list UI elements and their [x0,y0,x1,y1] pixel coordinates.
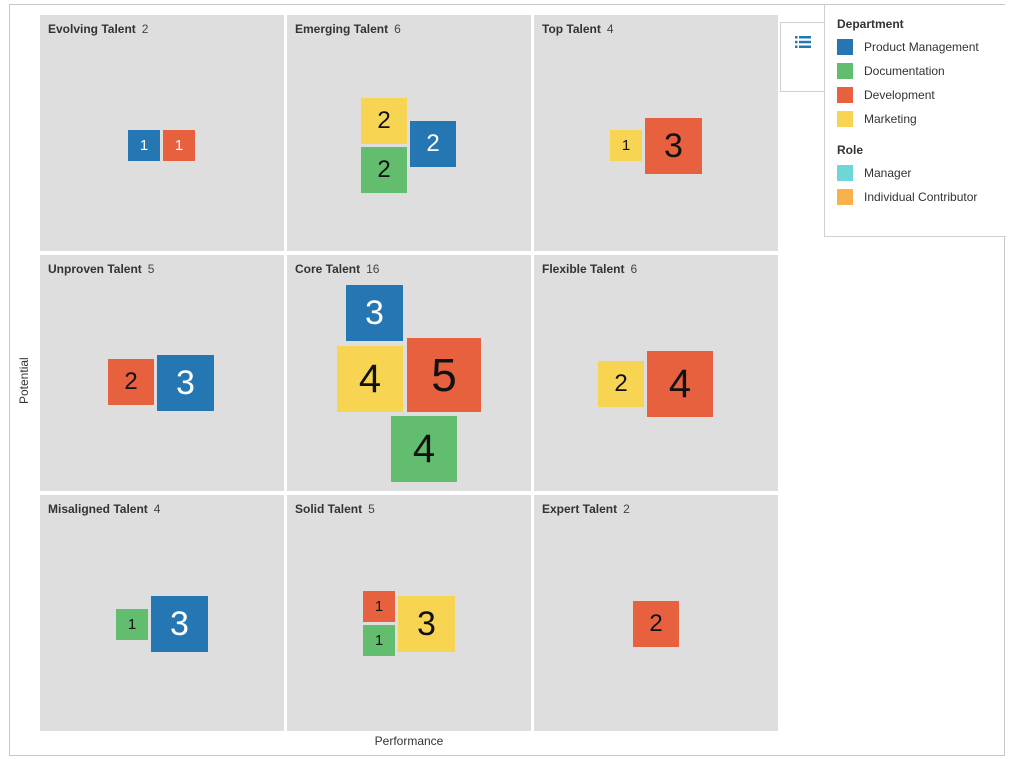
employee-count-box[interactable]: 3 [645,118,702,174]
employee-count-box[interactable]: 3 [157,355,214,411]
cell-solid-talent[interactable]: Solid Talent 5 1 1 3 [287,495,531,731]
employee-count-box[interactable]: 2 [108,359,154,405]
employee-count-box[interactable]: 1 [363,591,395,622]
legend-swatch [837,87,853,103]
cell-name: Unproven Talent [48,262,142,276]
legend-item-label: Individual Contributor [864,190,978,204]
cell-name: Flexible Talent [542,262,625,276]
employee-count-box[interactable]: 1 [116,609,148,640]
cell-top-talent[interactable]: Top Talent 4 1 3 [534,15,778,251]
legend-item-marketing[interactable]: Marketing [837,107,1006,131]
cell-name: Expert Talent [542,502,618,516]
nine-box-grid: Evolving Talent 2 1 1 Emerging Talent 6 2 … [40,15,778,731]
legend-item-individual-contributor[interactable]: Individual Contributor [837,185,1006,209]
cell-count: 2 [141,22,149,36]
cell-count: 2 [623,502,630,516]
cell-unproven-talent[interactable]: Unproven Talent 5 2 3 [40,255,284,491]
cell-count: 5 [147,262,155,276]
employee-count-box[interactable]: 4 [337,346,403,412]
legend-department-title: Department [837,17,904,31]
cell-title: Flexible Talent 6 [542,262,637,276]
legend-item-label: Development [864,88,935,102]
cell-count: 6 [630,262,638,276]
employee-count-box[interactable]: 4 [391,416,457,482]
cell-count: 5 [368,502,375,516]
legend-swatch [837,39,853,55]
cell-misaligned-talent[interactable]: Misaligned Talent 4 1 3 [40,495,284,731]
legend-item-label: Documentation [864,64,945,78]
cell-title: Emerging Talent 6 [295,22,401,36]
cell-count: 4 [153,502,161,516]
x-axis-label: Performance [374,734,444,748]
cell-core-talent[interactable]: Core Talent 16 3 4 5 4 [287,255,531,491]
list-icon [795,35,811,49]
legend-swatch [837,111,853,127]
employee-count-box[interactable]: 3 [346,285,403,341]
cell-name: Emerging Talent [295,22,389,36]
cell-name: Solid Talent [295,502,363,516]
legend-swatch [837,165,853,181]
cell-name: Evolving Talent [48,22,136,36]
employee-count-box[interactable]: 3 [151,596,208,652]
legend-item-product-management[interactable]: Product Management [837,35,1006,59]
cell-count: 6 [394,22,401,36]
cell-title: Unproven Talent 5 [48,262,154,276]
cell-emerging-talent[interactable]: Emerging Talent 6 2 2 2 [287,15,531,251]
employee-count-box[interactable]: 2 [410,121,456,167]
cell-evolving-talent[interactable]: Evolving Talent 2 1 1 [40,15,284,251]
employee-count-box[interactable]: 3 [398,596,455,652]
legend-item-documentation[interactable]: Documentation [837,59,1006,83]
legend-panel: Department Product Management Documentat… [824,5,1006,237]
legend-item-manager[interactable]: Manager [837,161,1006,185]
employee-count-box[interactable]: 1 [163,130,195,161]
legend-item-development[interactable]: Development [837,83,1006,107]
employee-count-box[interactable]: 1 [610,130,642,161]
cell-name: Core Talent [295,262,361,276]
employee-count-box[interactable]: 1 [363,625,395,656]
legend-swatch [837,189,853,205]
employee-count-box[interactable]: 5 [407,338,481,412]
cell-name: Top Talent [542,22,601,36]
legend-item-label: Marketing [864,112,917,126]
legend-item-label: Product Management [864,40,979,54]
employee-count-box[interactable]: 2 [598,361,644,407]
cell-title: Expert Talent 2 [542,502,630,516]
cell-title: Misaligned Talent 4 [48,502,160,516]
cell-flexible-talent[interactable]: Flexible Talent 6 2 4 [534,255,778,491]
legend-item-label: Manager [864,166,912,180]
employee-count-box[interactable]: 2 [633,601,679,647]
cell-title: Core Talent 16 [295,262,379,276]
legend-swatch [837,63,853,79]
employee-count-box[interactable]: 2 [361,98,407,144]
employee-count-box[interactable]: 4 [647,351,713,417]
cell-name: Misaligned Talent [48,502,148,516]
cell-expert-talent[interactable]: Expert Talent 2 2 [534,495,778,731]
cell-count: 4 [606,22,614,36]
employee-count-box[interactable]: 2 [361,147,407,193]
legend-toggle-button[interactable] [780,22,825,92]
cell-title: Top Talent 4 [542,22,614,36]
legend-role-title: Role [837,143,864,157]
cell-title: Evolving Talent 2 [48,22,148,36]
cell-title: Solid Talent 5 [295,502,375,516]
cell-count: 16 [366,262,380,276]
y-axis-label: Potential [17,357,31,404]
employee-count-box[interactable]: 1 [128,130,160,161]
